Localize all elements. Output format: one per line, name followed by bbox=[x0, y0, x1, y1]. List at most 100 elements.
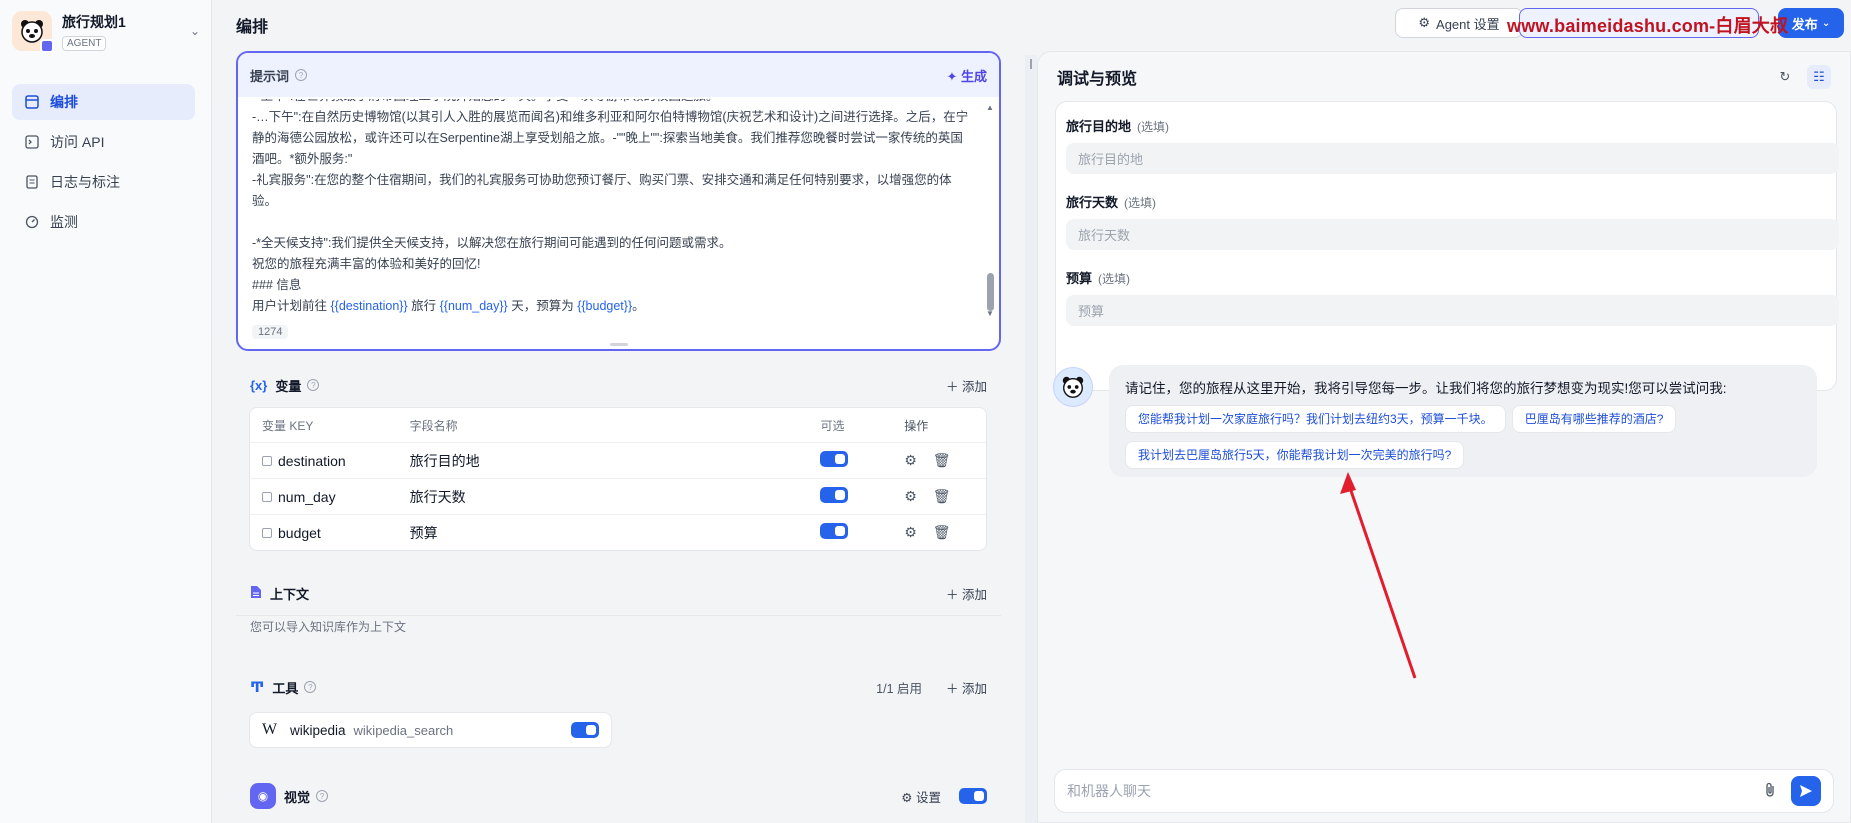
field-label: 旅行天数 bbox=[1066, 195, 1119, 210]
field-optional: (选填) bbox=[1137, 120, 1170, 134]
scroll-thumb[interactable] bbox=[987, 273, 994, 311]
refresh-icon[interactable]: ↻ bbox=[1773, 65, 1797, 89]
chat-input[interactable]: 和机器人聊天 bbox=[1054, 769, 1834, 813]
agent-settings-label: Agent 设置 bbox=[1436, 16, 1500, 32]
paperclip-icon[interactable] bbox=[1763, 782, 1777, 801]
variable-token: {{num_day}} bbox=[439, 299, 508, 313]
gear-icon[interactable]: ⚙ bbox=[904, 524, 917, 541]
agent-badge-icon bbox=[40, 39, 54, 53]
scroll-down-icon[interactable]: ▼ bbox=[986, 309, 994, 318]
prompt-editor: 提示词 ? ✦ 生成 -"上午":在世界顶级学府帝国理工学院开始您的一天。享受一… bbox=[236, 51, 1001, 351]
tool-item-wikipedia[interactable]: W wikipedia wikipedia_search bbox=[249, 712, 612, 748]
prompt-textarea[interactable]: -"上午":在世界顶级学府帝国理工学院开始您的一天。享受一次导游带领的校园之旅。… bbox=[252, 99, 972, 321]
optional-toggle[interactable] bbox=[820, 487, 849, 503]
add-tool-button[interactable]: ＋ 添加 bbox=[946, 678, 987, 697]
variables-title: 变量 bbox=[275, 378, 302, 394]
help-icon: ? bbox=[295, 69, 308, 81]
chevron-down-icon[interactable]: ⌄ bbox=[190, 24, 200, 38]
app-type-tag: AGENT bbox=[62, 35, 107, 51]
table-row: destination 旅行目的地 ⚙ 🗑 bbox=[250, 442, 986, 478]
resize-handle[interactable] bbox=[610, 343, 628, 346]
field-label: 预算 bbox=[1066, 271, 1093, 286]
prompt-text: 天，预算为 bbox=[507, 299, 578, 313]
prompt-line bbox=[252, 212, 972, 233]
watermark-text: www.baimeidashu.com-白眉大叔 bbox=[1507, 16, 1789, 36]
prompt-title: 提示词 bbox=[250, 68, 290, 84]
table-row: num_day 旅行天数 ⚙ 🗑 bbox=[250, 478, 986, 514]
vision-settings-button[interactable]: ⚙ 设置 bbox=[901, 787, 941, 806]
file-icon bbox=[250, 585, 262, 602]
trash-icon[interactable]: 🗑 bbox=[933, 524, 951, 541]
placeholder: 旅行目的地 bbox=[1078, 152, 1144, 167]
bear-icon bbox=[1062, 376, 1084, 398]
prompt-scrollbar[interactable]: ▲ ▼ bbox=[985, 103, 995, 318]
variable-name[interactable]: 旅行目的地 bbox=[410, 451, 821, 471]
sidebar-item-logs[interactable]: 日志与标注 bbox=[12, 164, 195, 200]
vision-toggle[interactable] bbox=[959, 788, 987, 804]
suggested-questions: 您能帮我计划一次家庭旅行吗？我们计划去纽约3天，预算一千块。 巴厘岛有哪些推荐的… bbox=[1125, 405, 1725, 469]
sliders-icon[interactable]: ☷ bbox=[1807, 65, 1831, 89]
app-name: 旅行规划1 bbox=[62, 13, 126, 30]
field-num-day: 旅行天数 (选填) 旅行天数 bbox=[1066, 192, 1839, 250]
sidebar-item-orchestrate[interactable]: 编排 bbox=[12, 84, 195, 120]
terminal-icon bbox=[24, 134, 40, 150]
chevron-down-icon: ⌄ bbox=[1821, 17, 1831, 29]
suggested-question[interactable]: 您能帮我计划一次家庭旅行吗？我们计划去纽约3天，预算一千块。 bbox=[1125, 405, 1506, 433]
top-bar: 编排 ⚙ Agent 设置 发布 ⌄ www.baimeidashu.com-白… bbox=[212, 0, 1851, 46]
add-context-button[interactable]: ＋ 添加 bbox=[946, 584, 987, 603]
variables-table: 变量 KEY 字段名称 可选 操作 destination 旅行目的地 ⚙ 🗑 n… bbox=[249, 407, 987, 551]
trash-icon[interactable]: 🗑 bbox=[933, 452, 951, 469]
variable-token: {{budget}} bbox=[577, 299, 633, 313]
variable-icon: {x} bbox=[250, 377, 268, 393]
app-switcher[interactable]: 旅行规划1 AGENT ⌄ bbox=[12, 10, 200, 53]
panel-divider[interactable] bbox=[1025, 55, 1037, 823]
gear-icon[interactable]: ⚙ bbox=[904, 488, 917, 505]
add-label: 添加 bbox=[961, 587, 987, 602]
eye-icon: ◉ bbox=[250, 783, 276, 809]
send-icon bbox=[1800, 785, 1812, 797]
sidebar-item-label: 监测 bbox=[50, 214, 78, 230]
variable-key[interactable]: num_day bbox=[278, 489, 336, 505]
scroll-up-icon[interactable]: ▲ bbox=[985, 103, 995, 112]
gear-icon[interactable]: ⚙ bbox=[904, 452, 917, 469]
prompt-line: ### 信息 bbox=[252, 278, 302, 292]
vision-title: 视觉 bbox=[284, 789, 311, 805]
tools-enabled-count: 1/1 启用 bbox=[876, 681, 922, 696]
table-row: budget 预算 ⚙ 🗑 bbox=[250, 514, 986, 550]
generate-label: 生成 bbox=[960, 68, 987, 84]
agent-settings-button[interactable]: ⚙ Agent 设置 bbox=[1395, 8, 1523, 38]
sidebar-item-api[interactable]: 访问 API bbox=[12, 124, 195, 160]
column-header: 字段名称 bbox=[409, 418, 458, 433]
suggested-question[interactable]: 巴厘岛有哪些推荐的酒店? bbox=[1511, 405, 1677, 433]
sidebar-item-monitor[interactable]: 监测 bbox=[12, 204, 195, 240]
variable-name[interactable]: 预算 bbox=[410, 523, 821, 543]
prompt-line: -…下午":在自然历史博物馆(以其引人入胜的展览而闻名)和维多利亚和阿尔伯特博物… bbox=[252, 110, 969, 166]
add-label: 添加 bbox=[961, 379, 987, 394]
field-label: 旅行目的地 bbox=[1066, 119, 1132, 134]
context-section: 上下文 ＋ 添加 您可以导入知识库作为上下文 bbox=[236, 571, 1001, 654]
prompt-text: 旅行 bbox=[407, 299, 440, 313]
prompt-line: -*全天候支持":我们提供全天候支持，以解决您在旅行期间可能遇到的任何问题或需求… bbox=[252, 236, 732, 250]
budget-input[interactable]: 预算 bbox=[1066, 295, 1839, 326]
tools-section: Ͳ 工具 ? 1/1 启用 ＋ 添加 W wikipedia wikipedia… bbox=[236, 665, 1001, 760]
destination-input[interactable]: 旅行目的地 bbox=[1066, 143, 1839, 174]
variable-key[interactable]: destination bbox=[278, 453, 346, 469]
suggested-question[interactable]: 我计划去巴厘岛旅行5天，你能帮我计划一次完美的旅行吗? bbox=[1125, 441, 1465, 469]
optional-toggle[interactable] bbox=[820, 523, 849, 539]
num-day-input[interactable]: 旅行天数 bbox=[1066, 219, 1839, 250]
opening-message: 请记住，您的旅程从这里开始，我将引导您每一步。让我们将您的旅行梦想变为现实!您可… bbox=[1109, 365, 1817, 477]
tool-toggle[interactable] bbox=[571, 722, 599, 738]
send-button[interactable] bbox=[1791, 776, 1821, 806]
add-variable-button[interactable]: ＋ 添加 bbox=[946, 376, 987, 395]
variable-name[interactable]: 旅行天数 bbox=[410, 487, 821, 507]
trash-icon[interactable]: 🗑 bbox=[933, 488, 951, 505]
context-title: 上下文 bbox=[270, 586, 310, 602]
generate-button[interactable]: ✦ 生成 bbox=[946, 66, 987, 85]
column-header: 操作 bbox=[904, 418, 929, 433]
app-avatar bbox=[12, 11, 54, 53]
optional-toggle[interactable] bbox=[820, 451, 849, 467]
variable-token: {{destination}} bbox=[330, 299, 408, 313]
column-header: 变量 KEY bbox=[262, 418, 314, 433]
prompt-line: 祝您的旅程充满丰富的体验和美好的回忆! bbox=[252, 257, 481, 271]
variable-key[interactable]: budget bbox=[278, 525, 321, 541]
